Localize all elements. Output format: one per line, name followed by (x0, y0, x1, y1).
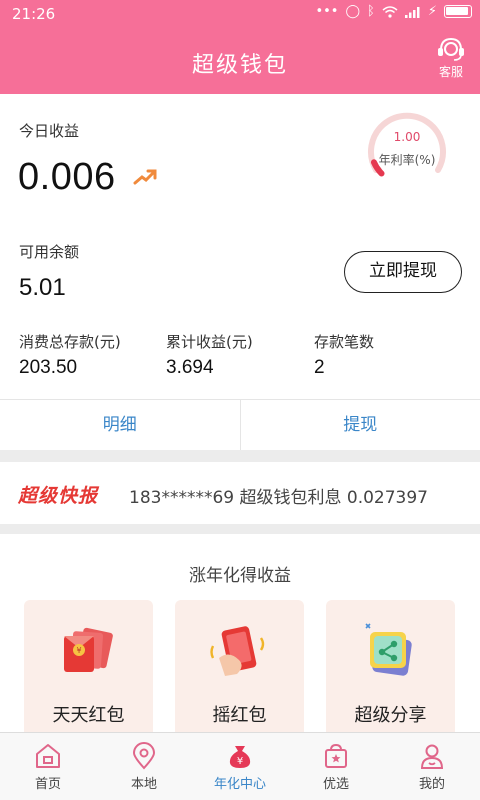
bottom-nav: 首页 本地 ¥ 年化中心 优选 我的 (0, 732, 480, 800)
charging-icon: ⚡ (427, 4, 437, 19)
status-time: 21:26 (12, 5, 56, 23)
nav-label: 本地 (130, 777, 157, 792)
stat-value: 3.694 (166, 357, 214, 378)
signal-icon (404, 6, 420, 18)
nav-label: 优选 (322, 777, 349, 792)
customer-service-button[interactable]: 客服 (434, 36, 468, 80)
stat-value: 2 (314, 357, 325, 378)
stat-label: 存款笔数 (314, 333, 375, 351)
share-icon (365, 623, 412, 676)
available-balance-label: 可用余额 (19, 243, 80, 261)
nav-annual-center[interactable]: ¥ 年化中心 (192, 733, 288, 800)
location-icon (132, 742, 156, 770)
svg-text:¥: ¥ (76, 646, 81, 655)
app-header: 超级钱包 客服 (0, 28, 480, 94)
page-title: 超级钱包 (191, 53, 288, 78)
tile-label: 天天红包 (52, 705, 125, 726)
stat-label: 累计收益(元) (166, 333, 253, 351)
today-earnings-label: 今日收益 (19, 122, 80, 140)
nav-home[interactable]: 首页 (0, 733, 96, 800)
headset-icon (438, 37, 464, 61)
nav-mine[interactable]: 我的 (384, 733, 480, 800)
nav-label: 我的 (418, 777, 445, 792)
news-text: 183******69 超级钱包利息 0.027397 (129, 488, 429, 508)
gauge-arc (368, 112, 446, 177)
tile-label: 摇红包 (212, 705, 267, 726)
svg-text:¥: ¥ (237, 756, 243, 767)
shopping-bag-icon (325, 743, 347, 768)
annual-rate-label: 年利率(%) (378, 153, 436, 167)
user-icon (420, 744, 444, 769)
nav-preferred[interactable]: 优选 (288, 733, 384, 800)
annual-rate-gauge: 1.00 年利率(%) (364, 108, 450, 188)
shake-red-envelope-tile[interactable]: 摇红包 (175, 600, 304, 740)
status-icons: ••• ◯ ᛒ ⚡ (315, 4, 472, 19)
nav-label: 年化中心 (213, 777, 266, 792)
more-dots-icon: ••• (315, 4, 339, 19)
alarm-icon: ◯ (345, 4, 361, 19)
super-share-tile[interactable]: 超级分享 (326, 600, 455, 740)
wallet-tabs: 明细 提现 (0, 399, 480, 450)
wifi-icon (382, 5, 398, 18)
money-bag-icon: ¥ (229, 746, 251, 768)
bluetooth-icon: ᛒ (367, 4, 375, 19)
stat-label: 消费总存款(元) (19, 333, 121, 351)
tab-details[interactable]: 明细 (0, 400, 240, 450)
available-balance-value: 5.01 (19, 274, 66, 301)
home-icon (36, 744, 60, 768)
stat-value: 203.50 (19, 357, 78, 378)
tile-label: 超级分享 (354, 705, 427, 726)
trend-up-icon (133, 169, 157, 185)
earn-section: 涨年化得收益 ¥ 天天红包 摇红包 超级分享 (0, 534, 480, 740)
today-earnings-value: 0.006 (18, 156, 116, 198)
nav-local[interactable]: 本地 (96, 733, 192, 800)
nav-label: 首页 (34, 777, 61, 792)
news-ticker[interactable]: 超级快报 183******69 超级钱包利息 0.027397 (0, 462, 480, 524)
daily-red-envelope-tile[interactable]: ¥ 天天红包 (24, 600, 153, 740)
tab-withdraw[interactable]: 提现 (239, 400, 480, 450)
annual-rate-value: 1.00 (393, 130, 421, 144)
shake-phone-icon (210, 626, 265, 676)
red-envelope-icon: ¥ (64, 627, 113, 672)
status-bar: 21:26 ••• ◯ ᛒ ⚡ (0, 0, 480, 28)
customer-service-label: 客服 (438, 65, 463, 79)
news-badge: 超级快报 (18, 485, 99, 507)
withdraw-now-button[interactable]: 立即提现 (344, 251, 462, 293)
battery-icon (444, 5, 472, 18)
earn-section-title: 涨年化得收益 (189, 566, 291, 586)
